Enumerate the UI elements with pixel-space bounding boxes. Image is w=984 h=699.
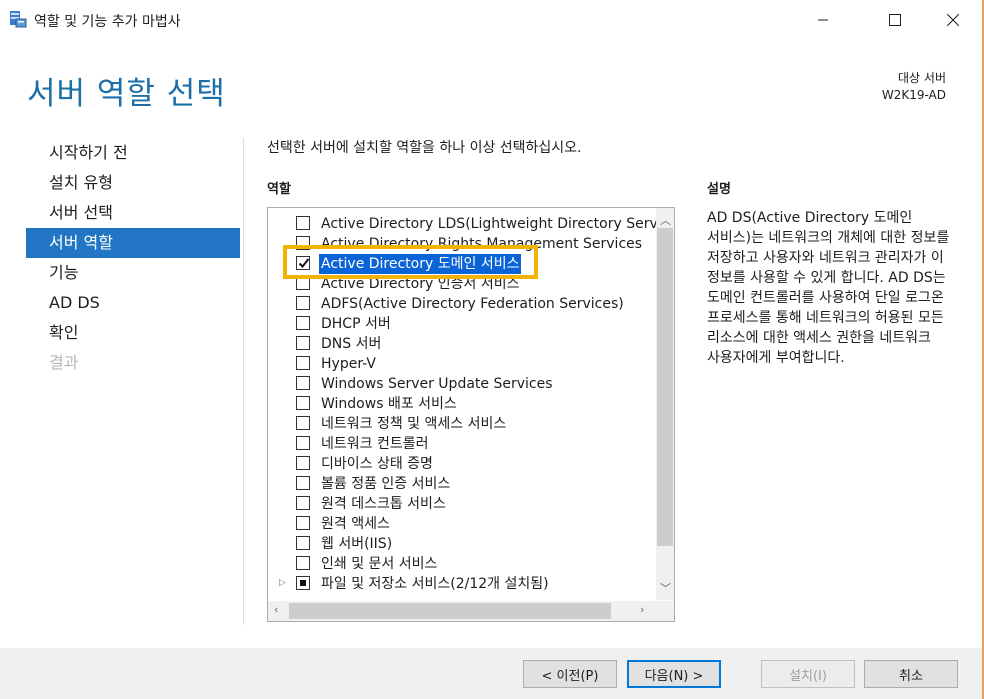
nav-item-ad-ds[interactable]: AD DS xyxy=(26,288,240,318)
role-checkbox[interactable] xyxy=(296,516,310,530)
vertical-scroll-thumb[interactable] xyxy=(657,228,673,546)
title-bar: 역할 및 기능 추가 마법사 xyxy=(0,0,984,40)
vertical-scrollbar[interactable]: ︿ ﹀ xyxy=(656,208,674,600)
nav-item-server-selection[interactable]: 서버 선택 xyxy=(26,198,240,228)
role-item[interactable]: 네트워크 정책 및 액세스 서비스 xyxy=(268,414,652,434)
partial-check-icon xyxy=(300,580,306,586)
role-item[interactable]: 볼륨 정품 인증 서비스 xyxy=(268,474,652,494)
instruction-text: 선택한 서버에 설치할 역할을 하나 이상 선택하십시오. xyxy=(267,140,582,156)
scroll-left-icon[interactable]: ‹ xyxy=(274,603,278,616)
previous-button[interactable]: < 이전(P) xyxy=(523,660,617,688)
role-label[interactable]: ADFS(Active Directory Federation Service… xyxy=(321,294,624,314)
target-server-info: 대상 서버 W2K19-AD xyxy=(882,70,946,104)
role-item[interactable]: ▷ 파일 및 저장소 서비스(2/12개 설치됨) xyxy=(268,574,652,594)
role-label[interactable]: DHCP 서버 xyxy=(321,314,391,334)
role-checkbox[interactable] xyxy=(296,396,310,410)
role-checkbox[interactable] xyxy=(296,576,310,590)
role-checkbox[interactable] xyxy=(296,416,310,430)
maximize-button[interactable] xyxy=(872,0,918,40)
minimize-button[interactable] xyxy=(800,0,846,40)
nav-divider xyxy=(243,138,244,625)
role-label[interactable]: 원격 액세스 xyxy=(321,514,390,534)
role-label[interactable]: DNS 서버 xyxy=(321,334,381,354)
install-button: 설치(I) xyxy=(761,660,855,688)
role-item[interactable]: DHCP 서버 xyxy=(268,314,652,334)
maximize-icon xyxy=(889,14,901,26)
next-button[interactable]: 다음(N) > xyxy=(627,660,721,688)
role-checkbox[interactable] xyxy=(296,296,310,310)
role-item[interactable]: Active Directory LDS(Lightweight Directo… xyxy=(268,214,669,234)
role-checkbox[interactable] xyxy=(296,456,310,470)
close-button[interactable] xyxy=(930,0,976,40)
target-server-name: W2K19-AD xyxy=(881,88,946,102)
nav-item-confirmation[interactable]: 확인 xyxy=(26,318,240,348)
wizard-nav: 시작하기 전 설치 유형 서버 선택 서버 역할 기능 AD DS 확인 결과 xyxy=(26,138,240,378)
role-label[interactable]: 네트워크 정책 및 액세스 서비스 xyxy=(321,414,506,434)
role-label[interactable]: Hyper-V xyxy=(321,354,376,374)
role-label[interactable]: Windows 배포 서비스 xyxy=(321,394,457,414)
description-heading: 설명 xyxy=(707,182,731,197)
role-item[interactable]: 웹 서버(IIS) xyxy=(268,534,652,554)
cancel-button[interactable]: 취소 xyxy=(864,660,958,688)
nav-item-installation-type[interactable]: 설치 유형 xyxy=(26,168,240,198)
role-label[interactable]: Active Directory LDS(Lightweight Directo… xyxy=(321,214,669,234)
role-item[interactable]: DNS 서버 xyxy=(268,334,652,354)
role-item[interactable]: 원격 데스크톱 서비스 xyxy=(268,494,652,514)
role-label[interactable]: 인쇄 및 문서 서비스 xyxy=(321,554,437,574)
role-label[interactable]: Windows Server Update Services xyxy=(321,374,553,394)
role-item[interactable]: Windows 배포 서비스 xyxy=(268,394,652,414)
scroll-down-icon[interactable]: ﹀ xyxy=(660,580,671,596)
role-item[interactable]: 네트워크 컨트롤러 xyxy=(268,434,652,454)
role-description: AD DS(Active Directory 도메인 서비스)는 네트워크의 개… xyxy=(707,210,950,366)
role-checkbox[interactable] xyxy=(296,336,310,350)
role-label[interactable]: 원격 데스크톱 서비스 xyxy=(321,494,446,514)
role-label[interactable]: 웹 서버(IIS) xyxy=(321,534,392,554)
role-checkbox[interactable] xyxy=(296,476,310,490)
nav-item-before-you-begin[interactable]: 시작하기 전 xyxy=(26,138,240,168)
role-checkbox[interactable] xyxy=(296,316,310,330)
role-checkbox[interactable] xyxy=(296,496,310,510)
role-label[interactable]: 볼륨 정품 인증 서비스 xyxy=(321,474,450,494)
minimize-icon xyxy=(818,19,828,21)
server-manager-icon xyxy=(9,10,27,28)
role-label[interactable]: 파일 및 저장소 서비스(2/12개 설치됨) xyxy=(321,574,549,594)
horizontal-scrollbar[interactable]: ‹ › xyxy=(268,601,674,621)
highlight-box xyxy=(283,245,538,279)
close-icon xyxy=(947,14,959,26)
role-item[interactable]: 인쇄 및 문서 서비스 xyxy=(268,554,652,574)
horizontal-scroll-thumb[interactable] xyxy=(289,603,611,619)
expand-icon[interactable]: ▷ xyxy=(279,578,286,588)
page-title: 서버 역할 선택 xyxy=(27,76,226,112)
role-item[interactable]: 디바이스 상태 증명 xyxy=(268,454,652,474)
role-checkbox[interactable] xyxy=(296,216,310,230)
role-label[interactable]: 디바이스 상태 증명 xyxy=(321,454,433,474)
target-server-label: 대상 서버 xyxy=(898,71,946,85)
role-checkbox[interactable] xyxy=(296,356,310,370)
role-item[interactable]: 원격 액세스 xyxy=(268,514,652,534)
nav-item-features[interactable]: 기능 xyxy=(26,258,240,288)
role-item[interactable]: Hyper-V xyxy=(268,354,652,374)
role-checkbox[interactable] xyxy=(296,556,310,570)
scroll-right-icon[interactable]: › xyxy=(640,603,644,616)
role-label[interactable]: 네트워크 컨트롤러 xyxy=(321,434,429,454)
role-checkbox[interactable] xyxy=(296,436,310,450)
role-item[interactable]: Windows Server Update Services xyxy=(268,374,652,394)
scroll-up-icon[interactable]: ︿ xyxy=(660,212,671,228)
nav-item-results: 결과 xyxy=(49,353,79,372)
roles-heading: 역할 xyxy=(267,182,291,197)
role-checkbox[interactable] xyxy=(296,536,310,550)
role-checkbox[interactable] xyxy=(296,376,310,390)
window-title: 역할 및 기능 추가 마법사 xyxy=(34,14,181,30)
role-item[interactable]: ADFS(Active Directory Federation Service… xyxy=(268,294,652,314)
nav-item-server-roles[interactable]: 서버 역할 xyxy=(26,228,240,258)
